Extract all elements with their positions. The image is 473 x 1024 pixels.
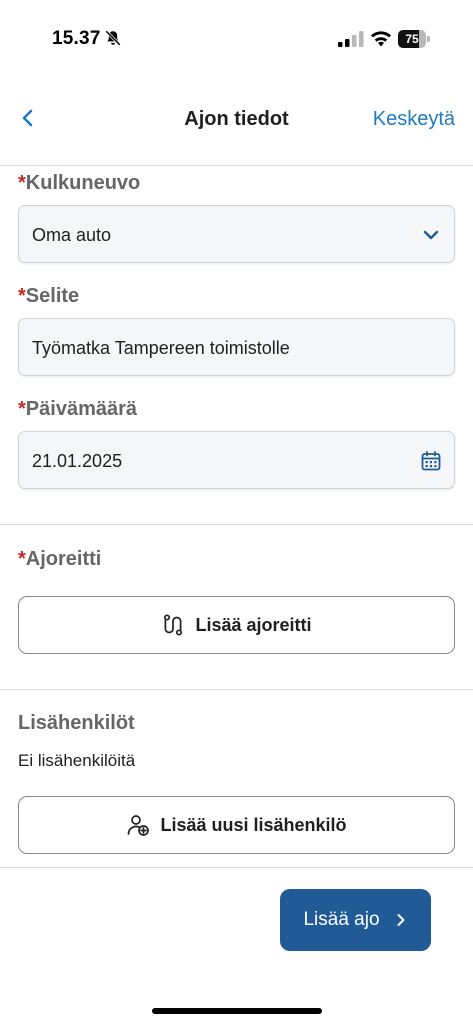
route-label-text: Ajoreitti — [25, 548, 102, 570]
section-divider — [0, 524, 473, 525]
extra-people-label: Lisähenkilöt — [18, 712, 135, 734]
add-route-button-label: Lisää ajoreitti — [195, 614, 312, 635]
date-input-value: 21.01.2025 — [32, 451, 123, 471]
required-marker: * — [18, 172, 26, 194]
vehicle-label: *Kulkuneuvo — [18, 172, 140, 195]
add-person-icon — [128, 815, 150, 836]
add-person-button-label: Lisää uusi lisähenkilö — [160, 814, 347, 835]
chevron-right-icon — [397, 914, 405, 926]
description-input-value: Työmatka Tampereen toimistolle — [32, 338, 290, 358]
battery-percent: 75 — [405, 32, 419, 46]
required-marker: * — [18, 548, 26, 570]
footer-divider — [0, 867, 473, 868]
battery-tip — [427, 36, 430, 42]
required-marker: * — [18, 285, 26, 307]
vehicle-select-value: Oma auto — [32, 225, 112, 245]
battery-icon: 75 — [398, 30, 430, 48]
home-indicator — [152, 1008, 322, 1014]
route-label: *Ajoreitti — [18, 548, 101, 571]
signal-icon — [338, 31, 364, 47]
header-divider — [0, 165, 473, 166]
date-label: *Päivämäärä — [18, 398, 137, 421]
screen: 15.37 75 Ajon tiedot Keskeytä *Kulkuneuv… — [0, 0, 473, 1024]
wifi-icon — [371, 31, 391, 47]
nav-header: Ajon tiedot Keskeytä — [0, 90, 473, 150]
description-input[interactable]: Työmatka Tampereen toimistolle — [18, 318, 455, 376]
chevron-down-icon — [423, 230, 439, 240]
status-bar: 15.37 75 — [0, 0, 473, 70]
description-label-text: Selite — [25, 285, 80, 307]
add-trip-button-label: Lisää ajo — [303, 909, 380, 930]
description-label: *Selite — [18, 285, 79, 308]
date-input[interactable]: 21.01.2025 — [18, 431, 455, 489]
section-divider — [0, 689, 473, 690]
add-route-button[interactable]: Lisää ajoreitti — [18, 596, 455, 654]
calendar-icon[interactable] — [420, 450, 442, 472]
extra-people-empty-text: Ei lisähenkilöitä — [18, 751, 136, 770]
bell-off-icon — [105, 30, 121, 46]
battery-body: 75 — [398, 30, 426, 48]
route-icon — [164, 614, 183, 636]
add-trip-button[interactable]: Lisää ajo — [280, 889, 431, 951]
status-time: 15.37 — [52, 28, 101, 49]
required-marker: * — [18, 398, 26, 420]
add-person-button[interactable]: Lisää uusi lisähenkilö — [18, 796, 455, 854]
vehicle-label-text: Kulkuneuvo — [25, 172, 141, 194]
cancel-button[interactable]: Keskeytä — [373, 108, 455, 131]
vehicle-select[interactable]: Oma auto — [18, 205, 455, 263]
date-label-text: Päivämäärä — [25, 398, 137, 420]
